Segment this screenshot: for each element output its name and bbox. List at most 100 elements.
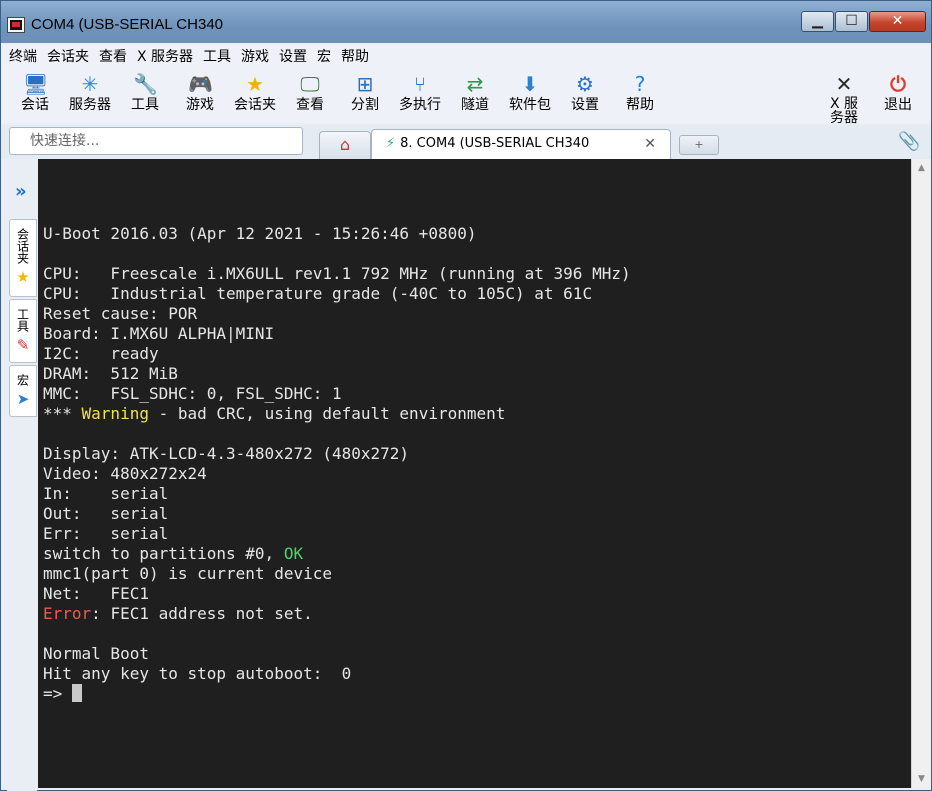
menu-item[interactable]: 工具 <box>195 45 231 69</box>
scroll-up-arrow[interactable]: ▲ <box>912 159 931 177</box>
home-icon: ⌂ <box>339 135 351 154</box>
menu-item[interactable]: 游戏 <box>233 45 269 69</box>
terminal-text: Net: FEC1 <box>43 584 149 603</box>
terminal-text: Reset cause: POR <box>43 304 198 323</box>
side-tab-label: 工具 <box>15 308 30 332</box>
terminal-scrollbar[interactable]: ▲ ▼ <box>911 159 931 788</box>
toolbar-button-label: 会话 <box>21 97 49 113</box>
toolbar-button-label: 多执行 <box>399 97 441 113</box>
tab-home[interactable]: ⌂ <box>319 131 371 159</box>
toolbar-button-label: 服务器 <box>69 97 111 113</box>
minimize-button[interactable]: ▁ <box>801 11 834 32</box>
terminal-line: Error: FEC1 address not set. <box>43 604 911 624</box>
toolbar-button-label: 工具 <box>131 97 159 113</box>
terminal-line: Board: I.MX6U ALPHA|MINI <box>43 324 911 344</box>
connect-bar: 快速连接... ⌂ ⚡ 8. COM4 (USB-SERIAL CH340 ✕ +… <box>1 125 931 159</box>
toolbar-button[interactable]: ? 帮助 <box>615 73 665 113</box>
toolbar-button[interactable]: 🔧 工具 <box>120 73 170 113</box>
terminal-text: Out: serial <box>43 504 169 523</box>
terminal-line: Display: ATK-LCD-4.3-480x272 (480x272) <box>43 444 911 464</box>
terminal-line: DRAM: 512 MiB <box>43 364 911 384</box>
maximize-button[interactable]: ☐ <box>835 11 868 32</box>
expand-sidebar-icon[interactable]: » <box>15 181 27 202</box>
terminal-output[interactable]: U-Boot 2016.03 (Apr 12 2021 - 15:26:46 +… <box>38 159 911 788</box>
terminal-text: : FEC1 address not set. <box>91 604 313 623</box>
toolbar-button-label: 软件包 <box>509 97 551 113</box>
menu-item[interactable]: 终端 <box>1 45 37 69</box>
terminal-text: Hit any key to stop autoboot: 0 <box>43 664 352 683</box>
exit-button[interactable]: ⏻ 退出 <box>873 73 923 113</box>
new-tab-button[interactable]: + <box>679 135 719 155</box>
session-icon: 🖥 <box>23 72 49 96</box>
title-bar[interactable]: COM4 (USB-SERIAL CH340 ▁ ☐ ✕ <box>1 1 931 43</box>
close-button[interactable]: ✕ <box>869 11 926 32</box>
terminal-line: MMC: FSL_SDHC: 0, FSL_SDHC: 1 <box>43 384 911 404</box>
toolbar-button-label: 退出 <box>884 97 912 113</box>
side-tab-tools[interactable]: 工具 ✎ <box>9 299 37 363</box>
terminal-ok-text: OK <box>283 544 304 563</box>
multiexec-icon: ⑂ <box>414 72 426 96</box>
scroll-down-arrow[interactable]: ▼ <box>912 770 931 788</box>
toolbar-button-label: 分割 <box>351 97 379 113</box>
terminal-cursor <box>71 684 82 702</box>
side-tab-macros[interactable]: 宏 ➤ <box>9 365 37 417</box>
side-tab-sessions[interactable]: 会话夹 ★ <box>9 219 37 297</box>
toolbar-button-label: 设置 <box>571 97 599 113</box>
menu-item[interactable]: 宏 <box>309 45 331 69</box>
toolbar-button[interactable]: ★ 会话夹 <box>230 73 280 113</box>
view-icon: 🖵 <box>300 72 320 96</box>
terminal-line: Hit any key to stop autoboot: 0 <box>43 664 911 684</box>
toolbar-button[interactable]: 🎮 游戏 <box>175 73 225 113</box>
terminal-text: CPU: Freescale i.MX6ULL rev1.1 792 MHz (… <box>43 264 631 283</box>
menu-item[interactable]: X 服务器 <box>129 45 193 69</box>
toolbar-button[interactable]: 🖥 会话 <box>10 73 60 113</box>
side-tab-label: 会话夹 <box>15 228 30 264</box>
side-panel: » 会话夹 ★ 工具 ✎ 宏 ➤ <box>7 161 37 791</box>
menu-item[interactable]: 设置 <box>271 45 307 69</box>
terminal-text: Err: serial <box>43 524 169 543</box>
toolbar-button[interactable]: ⬇ 软件包 <box>505 73 555 113</box>
terminal-line: In: serial <box>43 484 911 504</box>
side-tab-label: 宏 <box>15 374 30 386</box>
terminal-line: U-Boot 2016.03 (Apr 12 2021 - 15:26:46 +… <box>43 224 911 244</box>
terminal-text: DRAM: 512 MiB <box>43 364 178 383</box>
tools-icon: ✎ <box>16 336 30 354</box>
terminal-line: Normal Boot <box>43 644 911 664</box>
terminal-text: MMC: FSL_SDHC: 0, FSL_SDHC: 1 <box>43 384 342 403</box>
toolbar-button[interactable]: ⊞ 分割 <box>340 73 390 113</box>
x-server-button[interactable]: ✕ X 服务器 <box>819 73 869 125</box>
terminal-text: CPU: Industrial temperature grade (-40C … <box>43 284 593 303</box>
terminal-text: - bad CRC, using default environment <box>148 404 506 423</box>
app-window: COM4 (USB-SERIAL CH340 ▁ ☐ ✕ 终端 会话夹 查看 X 服务… <box>0 0 932 791</box>
toolbar-button[interactable]: 🖵 查看 <box>285 73 335 113</box>
power-icon: ⏻ <box>890 72 906 96</box>
toolbar-button[interactable]: ⇄ 隧道 <box>450 73 500 113</box>
terminal-text: U-Boot 2016.03 (Apr 12 2021 - 15:26:46 +… <box>43 224 477 243</box>
tab-label: 8. COM4 (USB-SERIAL CH340 <box>400 136 590 151</box>
split-icon: ⊞ <box>356 72 374 96</box>
help-icon: ? <box>634 72 646 96</box>
terminal-line: *** Warning - bad CRC, using default env… <box>43 404 911 424</box>
menu-item[interactable]: 查看 <box>91 45 127 69</box>
terminal-line: mmc1(part 0) is current device <box>43 564 911 584</box>
toolbar-button[interactable]: ⚙ 设置 <box>560 73 610 113</box>
toolbar-button[interactable]: ✳ 服务器 <box>65 73 115 113</box>
paper-plane-icon: ➤ <box>16 390 30 408</box>
tab-session-com4[interactable]: ⚡ 8. COM4 (USB-SERIAL CH340 ✕ <box>371 129 671 159</box>
paperclip-icon[interactable]: 📎 <box>898 131 920 152</box>
menu-item[interactable]: 会话夹 <box>39 45 89 69</box>
toolbar-button[interactable]: ⑂ 多执行 <box>395 73 445 113</box>
terminal-text: Board: I.MX6U ALPHA|MINI <box>43 324 275 343</box>
terminal-text: *** <box>43 404 82 423</box>
toolbar-button-label: 帮助 <box>626 97 654 113</box>
quick-connect-input[interactable]: 快速连接... <box>9 127 303 155</box>
terminal-line: switch to partitions #0, OK <box>43 544 911 564</box>
tab-close-icon[interactable]: ✕ <box>644 130 656 158</box>
terminal-text: Display: ATK-LCD-4.3-480x272 (480x272) <box>43 444 410 463</box>
menu-item[interactable]: 帮助 <box>333 45 369 69</box>
settings-icon: ⚙ <box>576 72 594 96</box>
terminal-line: Out: serial <box>43 504 911 524</box>
